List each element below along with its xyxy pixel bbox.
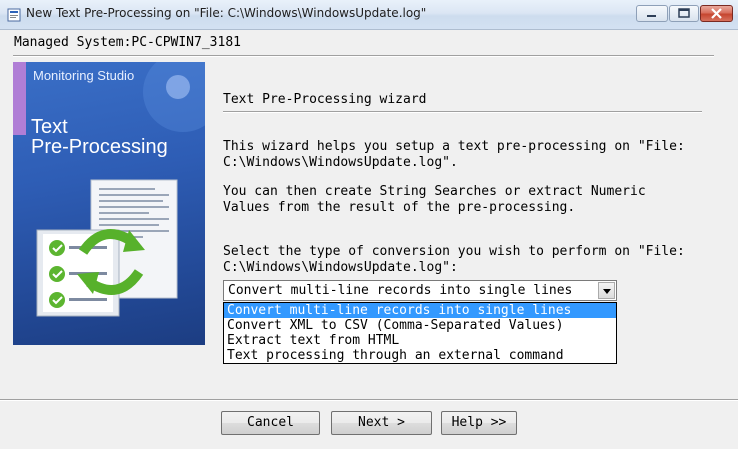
select-prompt-line2: C:\Windows\WindowsUpdate.log":	[223, 260, 458, 275]
info-text: You can then create String Searches or e…	[223, 184, 646, 216]
footer-divider	[0, 399, 738, 401]
banner-title-line1: Text	[31, 116, 68, 138]
close-button[interactable]	[700, 5, 733, 22]
dropdown-option[interactable]: Convert XML to CSV (Comma-Separated Valu…	[224, 318, 616, 333]
checklist-icon	[36, 229, 120, 317]
dropdown-option[interactable]: Text processing through an external comm…	[224, 348, 616, 363]
maximize-icon	[678, 8, 690, 18]
conversion-type-select[interactable]: Convert multi-line records into single l…	[223, 280, 617, 301]
conversion-type-dropdown-list[interactable]: Convert multi-line records into single l…	[223, 302, 617, 364]
header-divider	[13, 55, 714, 57]
dropdown-arrow-button[interactable]	[598, 282, 615, 299]
dropdown-option[interactable]: Convert multi-line records into single l…	[224, 303, 616, 318]
wizard-section-title: Text Pre-Processing wizard	[223, 92, 427, 107]
intro-line1: This wizard helps you setup a text pre-p…	[223, 139, 685, 154]
chevron-down-icon	[603, 289, 611, 294]
close-icon	[711, 8, 722, 19]
banner-artwork	[36, 62, 205, 317]
banner-title: Text Pre-Processing	[31, 117, 168, 157]
window-title: New Text Pre-Processing on "File: C:\Win…	[26, 6, 427, 20]
help-button[interactable]: Help >>	[441, 411, 517, 435]
banner-accent-bar	[13, 62, 26, 135]
select-prompt-line1: Select the type of conversion you wish t…	[223, 244, 685, 259]
maximize-button[interactable]	[669, 5, 699, 22]
next-button[interactable]: Next >	[331, 411, 432, 435]
minimize-icon	[647, 15, 656, 17]
intro-line2: C:\Windows\WindowsUpdate.log".	[223, 155, 458, 170]
banner-brand: Monitoring Studio	[33, 68, 135, 83]
cancel-button[interactable]: Cancel	[221, 411, 320, 435]
minimize-button[interactable]	[636, 5, 668, 22]
select-prompt: Select the type of conversion you wish t…	[223, 244, 685, 276]
section-divider	[223, 111, 702, 113]
title-bar: New Text Pre-Processing on "File: C:\Win…	[0, 0, 738, 30]
banner-title-line2: Pre-Processing	[31, 136, 168, 158]
conversion-type-value: Convert multi-line records into single l…	[228, 283, 573, 298]
dropdown-option[interactable]: Extract text from HTML	[224, 333, 616, 348]
wizard-banner-image: Monitoring Studio Text Pre-Processing	[13, 62, 205, 345]
intro-text: This wizard helps you setup a text pre-p…	[223, 139, 685, 171]
managed-system-label: Managed System:PC-CPWIN7_3181	[14, 35, 241, 50]
info-line2: Values from the result of the pre-proces…	[223, 200, 576, 215]
info-line1: You can then create String Searches or e…	[223, 184, 646, 199]
app-icon	[7, 7, 21, 22]
